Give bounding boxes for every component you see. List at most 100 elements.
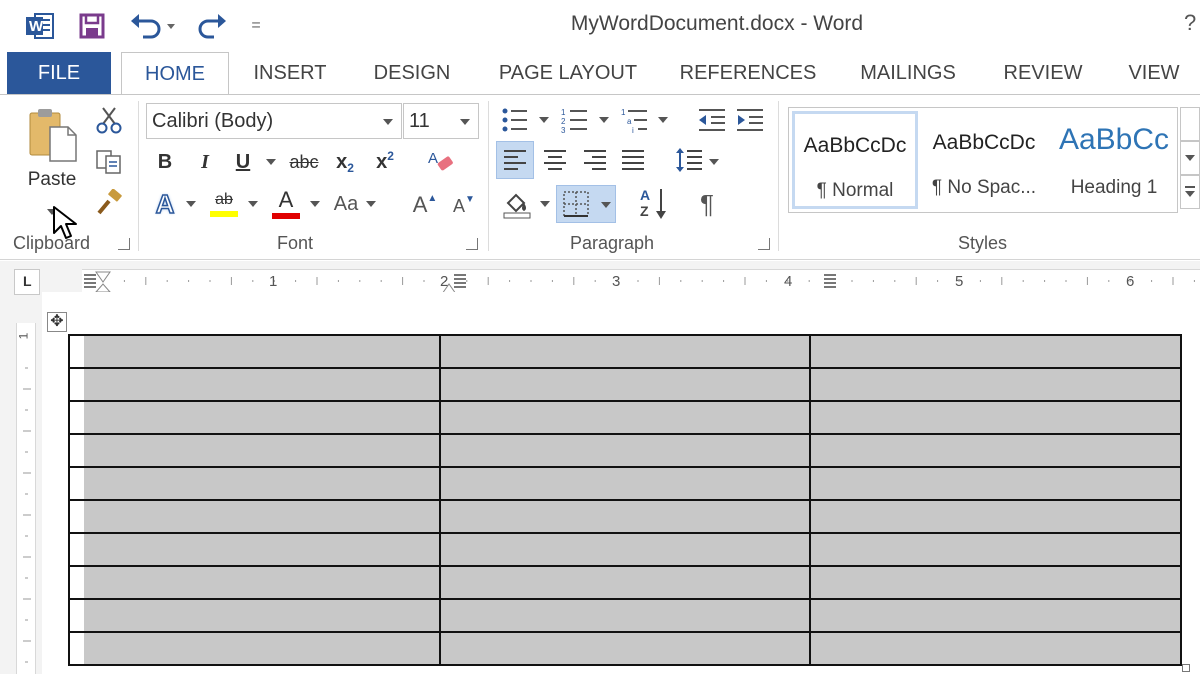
change-case-dropdown-arrow[interactable] bbox=[366, 201, 376, 207]
table-cell[interactable] bbox=[68, 466, 441, 501]
subscript-button[interactable]: x2 bbox=[330, 147, 360, 177]
paste-button[interactable]: Paste bbox=[22, 105, 82, 207]
table-row[interactable] bbox=[68, 499, 1182, 534]
table-cell[interactable] bbox=[809, 400, 1182, 435]
copy-icon[interactable] bbox=[94, 147, 124, 177]
table-row[interactable] bbox=[68, 565, 1182, 600]
table-cell[interactable] bbox=[68, 532, 441, 567]
center-icon[interactable] bbox=[538, 141, 572, 179]
numbering-icon[interactable]: 1 2 3 bbox=[560, 105, 590, 135]
table-cell[interactable] bbox=[809, 565, 1182, 600]
column-marker-icon[interactable] bbox=[824, 274, 836, 288]
bullets-dropdown-arrow[interactable] bbox=[539, 117, 549, 123]
borders-icon[interactable] bbox=[556, 185, 616, 223]
table-cell[interactable] bbox=[809, 334, 1182, 369]
table-cell[interactable] bbox=[809, 499, 1182, 534]
change-case-button[interactable]: Aa bbox=[330, 189, 362, 219]
tab-page-layout[interactable]: PAGE LAYOUT bbox=[488, 52, 648, 94]
clipboard-launcher[interactable] bbox=[118, 238, 130, 250]
table-cell[interactable] bbox=[68, 367, 441, 402]
table-resize-handle[interactable] bbox=[1182, 664, 1190, 672]
line-spacing-dropdown-arrow[interactable] bbox=[709, 159, 719, 165]
table-cell[interactable] bbox=[438, 565, 812, 600]
numbering-dropdown-arrow[interactable] bbox=[599, 117, 609, 123]
multilevel-list-icon[interactable]: 1 a i bbox=[620, 105, 652, 135]
style-heading-1[interactable]: AaBbCc Heading 1 bbox=[1051, 111, 1177, 209]
tab-file[interactable]: FILE bbox=[7, 52, 111, 94]
line-spacing-icon[interactable] bbox=[674, 143, 704, 177]
tab-design[interactable]: DESIGN bbox=[366, 52, 458, 94]
tab-mailings[interactable]: MAILINGS bbox=[850, 52, 966, 94]
table-cell[interactable] bbox=[438, 598, 812, 633]
table-move-handle[interactable]: ✥ bbox=[47, 312, 67, 332]
tab-insert[interactable]: INSERT bbox=[246, 52, 334, 94]
strikethrough-button[interactable]: abc bbox=[286, 147, 322, 177]
table-cell[interactable] bbox=[438, 631, 812, 666]
table-cell[interactable] bbox=[68, 499, 441, 534]
table-row[interactable] bbox=[68, 598, 1182, 633]
align-left-icon[interactable] bbox=[496, 141, 534, 179]
highlight-button[interactable]: ab bbox=[208, 187, 240, 221]
font-size-combo[interactable]: 11 bbox=[403, 103, 479, 139]
bullets-icon[interactable] bbox=[500, 105, 530, 135]
grow-font-button[interactable]: A ▲ bbox=[410, 189, 440, 221]
format-painter-icon[interactable] bbox=[94, 187, 124, 217]
underline-dropdown-arrow[interactable] bbox=[266, 159, 276, 165]
table-cell[interactable] bbox=[438, 400, 812, 435]
paragraph-launcher[interactable] bbox=[758, 238, 770, 250]
text-effects-dropdown-arrow[interactable] bbox=[186, 201, 196, 207]
font-launcher[interactable] bbox=[466, 238, 478, 250]
text-effects-button[interactable]: A bbox=[150, 188, 180, 220]
font-name-dropdown-arrow[interactable] bbox=[383, 119, 393, 125]
table-cell[interactable] bbox=[438, 433, 812, 468]
align-right-icon[interactable] bbox=[578, 141, 612, 179]
table-row[interactable] bbox=[68, 367, 1182, 402]
font-color-button[interactable]: A bbox=[270, 187, 302, 221]
table-cell[interactable] bbox=[438, 367, 812, 402]
styles-scroll-up-button[interactable] bbox=[1180, 107, 1200, 141]
style-no-spacing[interactable]: AaBbCcDc ¶ No Spac... bbox=[921, 111, 1047, 209]
table-row[interactable] bbox=[68, 433, 1182, 468]
sort-icon[interactable]: A Z bbox=[636, 185, 670, 223]
increase-indent-icon[interactable] bbox=[734, 105, 766, 135]
table-cell[interactable] bbox=[809, 466, 1182, 501]
table-cell[interactable] bbox=[68, 400, 441, 435]
font-size-dropdown-arrow[interactable] bbox=[460, 119, 470, 125]
vertical-ruler[interactable]: 1 bbox=[16, 323, 36, 674]
italic-button[interactable]: I bbox=[192, 147, 218, 177]
table-cell[interactable] bbox=[68, 565, 441, 600]
highlight-dropdown-arrow[interactable] bbox=[248, 201, 258, 207]
table-cell[interactable] bbox=[809, 631, 1182, 666]
table-row[interactable] bbox=[68, 400, 1182, 435]
table-cell[interactable] bbox=[809, 367, 1182, 402]
document-table[interactable] bbox=[68, 334, 1182, 666]
horizontal-ruler[interactable]: 1 2 3 4 5 6 bbox=[82, 269, 1200, 301]
tab-review[interactable]: REVIEW bbox=[996, 52, 1090, 94]
style-normal[interactable]: AaBbCcDc ¶ Normal bbox=[792, 111, 918, 209]
tab-selector-button[interactable]: L bbox=[14, 269, 40, 295]
styles-more-button[interactable] bbox=[1180, 175, 1200, 209]
table-row[interactable] bbox=[68, 334, 1182, 369]
font-name-combo[interactable]: Calibri (Body) bbox=[146, 103, 402, 139]
shrink-font-button[interactable]: A ▼ bbox=[450, 191, 478, 221]
table-cell[interactable] bbox=[809, 598, 1182, 633]
shading-icon[interactable] bbox=[500, 185, 534, 223]
table-cell[interactable] bbox=[68, 433, 441, 468]
tab-view[interactable]: VIEW bbox=[1120, 52, 1188, 94]
table-row[interactable] bbox=[68, 631, 1182, 666]
underline-button[interactable]: U bbox=[230, 147, 256, 177]
table-cell[interactable] bbox=[68, 334, 441, 369]
table-cell[interactable] bbox=[438, 466, 812, 501]
tab-home[interactable]: HOME bbox=[121, 52, 229, 95]
tab-references[interactable]: REFERENCES bbox=[678, 52, 818, 94]
clear-formatting-icon[interactable]: A bbox=[424, 145, 458, 179]
table-cell[interactable] bbox=[438, 334, 812, 369]
table-cell[interactable] bbox=[438, 532, 812, 567]
styles-scroll-down-button[interactable] bbox=[1180, 141, 1200, 175]
shading-dropdown-arrow[interactable] bbox=[540, 201, 550, 207]
help-button[interactable]: ? bbox=[1184, 10, 1196, 36]
table-row[interactable] bbox=[68, 466, 1182, 501]
multilevel-dropdown-arrow[interactable] bbox=[658, 117, 668, 123]
table-row[interactable] bbox=[68, 532, 1182, 567]
table-cell[interactable] bbox=[809, 433, 1182, 468]
